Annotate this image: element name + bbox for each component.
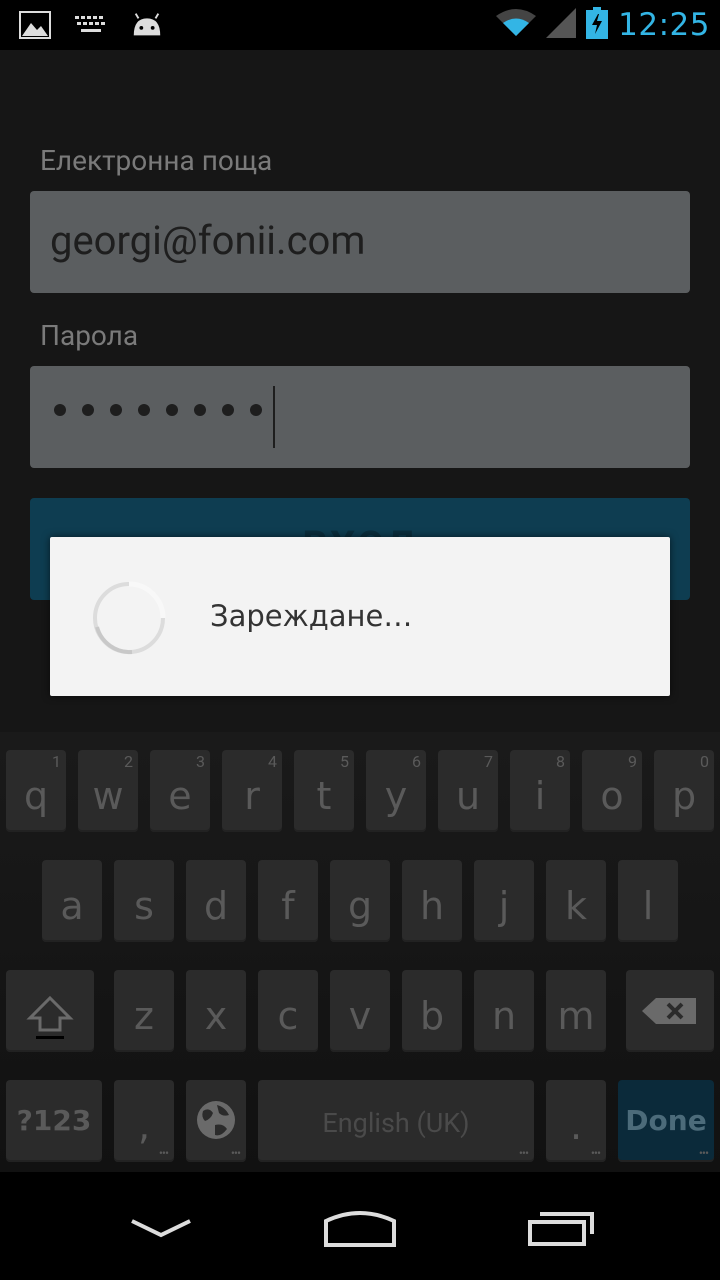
key-d[interactable]: d [186, 860, 246, 942]
password-field[interactable] [30, 366, 690, 468]
key-i[interactable]: 8i [510, 750, 570, 832]
text-cursor [273, 386, 275, 448]
key-j[interactable]: j [474, 860, 534, 942]
password-mask [54, 404, 262, 416]
key-r[interactable]: 4r [222, 750, 282, 832]
key-z[interactable]: z [114, 970, 174, 1052]
key-f[interactable]: f [258, 860, 318, 942]
home-icon[interactable] [310, 1200, 410, 1256]
back-icon[interactable] [111, 1200, 211, 1256]
globe-icon [195, 1099, 237, 1145]
status-bar: 12:25 [0, 0, 720, 50]
keyboard-icon [74, 10, 108, 40]
clock: 12:25 [618, 7, 710, 43]
shift-icon [26, 994, 74, 1046]
symbols-key[interactable]: ?123 [6, 1080, 102, 1162]
key-b[interactable]: b [402, 970, 462, 1052]
comma-key[interactable]: , ••• [114, 1080, 174, 1162]
key-h[interactable]: h [402, 860, 462, 942]
navigation-bar [0, 1172, 720, 1280]
key-x[interactable]: x [186, 970, 246, 1052]
key-p[interactable]: 0p [654, 750, 714, 832]
period-key[interactable]: . ••• [546, 1080, 606, 1162]
key-e[interactable]: 3e [150, 750, 210, 832]
key-v[interactable]: v [330, 970, 390, 1052]
key-u[interactable]: 7u [438, 750, 498, 832]
key-k[interactable]: k [546, 860, 606, 942]
password-label: Парола [40, 319, 139, 352]
key-w[interactable]: 2w [78, 750, 138, 832]
email-label: Електронна поща [40, 144, 273, 177]
wifi-icon [496, 8, 537, 42]
key-t[interactable]: 5t [294, 750, 354, 832]
key-a[interactable]: a [42, 860, 102, 942]
battery-charging-icon [586, 7, 609, 43]
loading-spinner-icon [92, 581, 166, 655]
key-q[interactable]: 1q [6, 750, 66, 832]
key-n[interactable]: n [474, 970, 534, 1052]
language-key[interactable]: ••• [186, 1080, 246, 1162]
space-key[interactable]: English (UK) ••• [258, 1080, 534, 1162]
recent-apps-icon[interactable] [512, 1200, 612, 1256]
soft-keyboard: 1q 2w 3e 4r 5t 6y 7u 8i 9o 0p a s d f g … [0, 732, 720, 1172]
email-value: georgi@fonii.com [50, 217, 366, 264]
key-o[interactable]: 9o [582, 750, 642, 832]
done-key[interactable]: Done ••• [618, 1080, 714, 1162]
key-l[interactable]: l [618, 860, 678, 942]
backspace-icon [642, 996, 698, 1030]
loading-dialog: Зареждане… [50, 537, 670, 696]
key-y[interactable]: 6y [366, 750, 426, 832]
key-g[interactable]: g [330, 860, 390, 942]
loading-message: Зареждане… [210, 599, 413, 633]
signal-icon [546, 8, 577, 42]
key-s[interactable]: s [114, 860, 174, 942]
key-c[interactable]: c [258, 970, 318, 1052]
image-icon [18, 10, 52, 40]
email-field[interactable]: georgi@fonii.com [30, 191, 690, 293]
backspace-key[interactable] [626, 970, 714, 1052]
android-icon [130, 10, 164, 40]
shift-key[interactable] [6, 970, 94, 1052]
key-m[interactable]: m [546, 970, 606, 1052]
